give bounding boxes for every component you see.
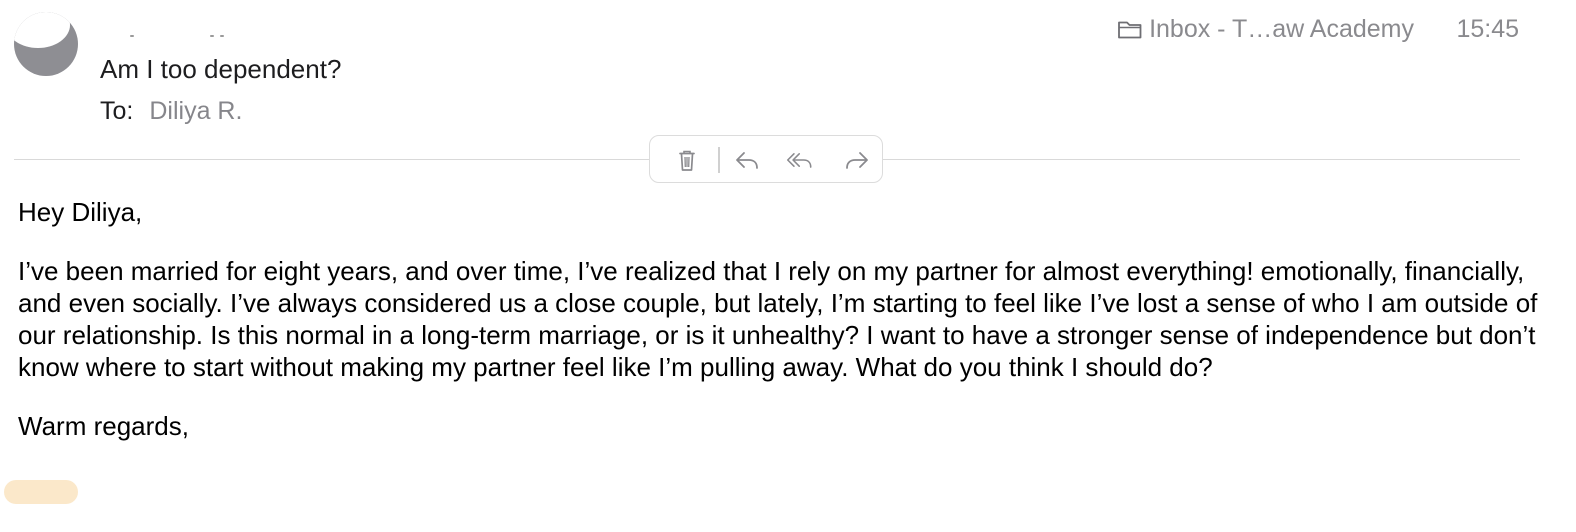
avatar-redaction (14, 12, 70, 48)
trash-icon[interactable] (672, 145, 702, 175)
to-label: To: (100, 97, 134, 125)
message-toolbar (649, 135, 883, 183)
email-greeting: Hey Diliya, (18, 197, 143, 227)
recipient-row: To: Diliya R. (100, 94, 242, 128)
email-body: Hey Diliya, I’ve been married for eight … (18, 196, 1558, 469)
signature-redacted (4, 480, 78, 504)
mailbox-name: Inbox - T…aw Academy (1149, 15, 1414, 43)
reply-icon[interactable] (732, 145, 762, 175)
redaction-fragment (220, 35, 224, 37)
toolbar-separator (718, 147, 720, 173)
avatar (14, 12, 78, 76)
email-paragraph: I’ve been married for eight years, and o… (18, 256, 1538, 382)
redaction-fragment (130, 35, 134, 37)
sender-name-redacted (100, 26, 240, 38)
forward-icon[interactable] (842, 145, 872, 175)
email-closing: Warm regards, (18, 411, 189, 441)
redaction-fragment (210, 35, 214, 37)
recipient-name[interactable]: Diliya R. (149, 97, 242, 125)
reply-all-icon[interactable] (786, 145, 816, 175)
email-time: 15:45 (1456, 15, 1519, 43)
folder-icon (1118, 21, 1142, 39)
email-subject: Am I too dependent? (100, 54, 342, 84)
mailbox-label[interactable]: Inbox - T…aw Academy (1117, 12, 1414, 46)
